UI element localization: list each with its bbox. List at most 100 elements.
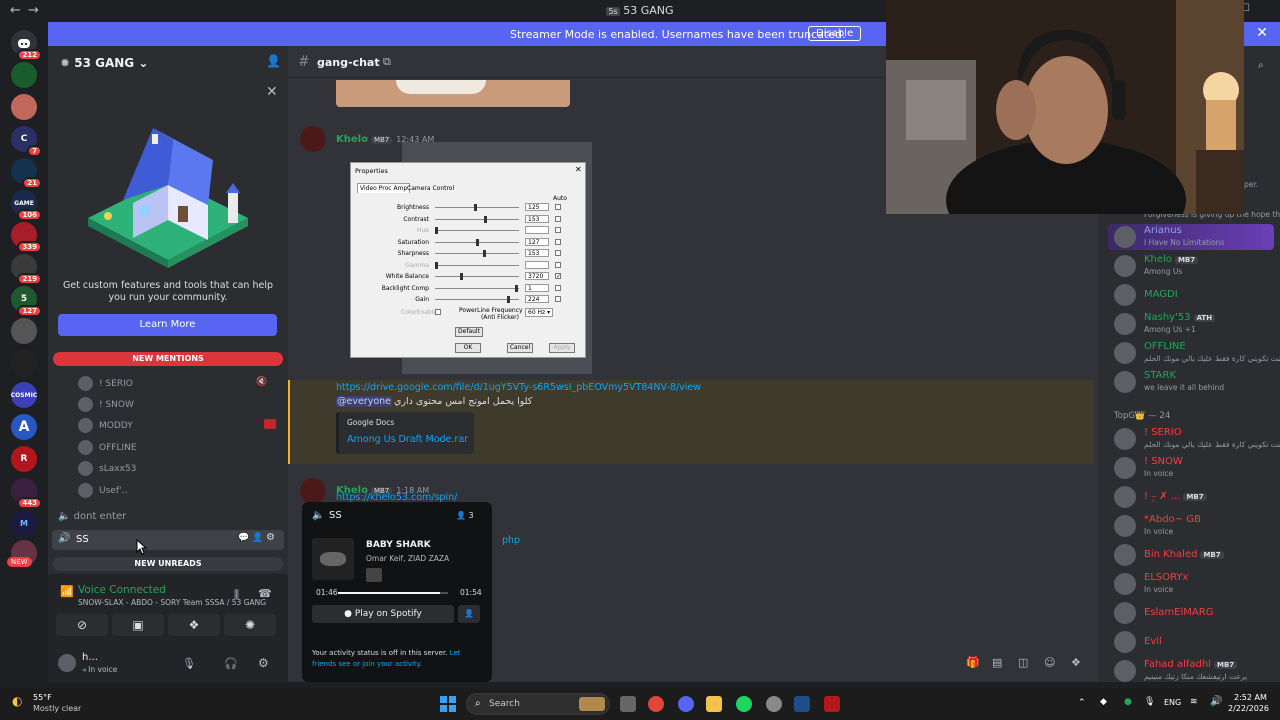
member-item[interactable]: Fahad alfadhl MB7 يرعت ارتيفشعك منكا رتيك … [1114, 658, 1280, 684]
author-name[interactable]: Khelo [336, 134, 368, 145]
auto-checkbox[interactable] [555, 204, 561, 210]
server-icon-c[interactable]: C7 [11, 126, 42, 157]
weather-temp[interactable]: 55°F [33, 693, 52, 702]
search-icon[interactable]: ⌕ [1258, 60, 1264, 71]
property-slider[interactable] [435, 227, 519, 234]
soundboard-button[interactable]: ✺ [224, 614, 276, 636]
auto-checkbox[interactable] [555, 238, 561, 245]
server-name-header[interactable]: ✹ 53 GANG ⌄ [60, 56, 148, 70]
property-value[interactable]: 125 [525, 203, 549, 211]
cancel-button[interactable]: Cancel [507, 343, 533, 353]
camera-off-button[interactable]: ⊘ [56, 614, 108, 636]
property-slider[interactable] [435, 284, 519, 292]
member-item[interactable]: Nashy'53 ATH Among Us +1 [1114, 311, 1280, 337]
slider-thumb[interactable] [459, 273, 463, 280]
file-explorer-icon[interactable] [706, 696, 722, 712]
property-slider[interactable] [435, 273, 519, 280]
auto-checkbox[interactable] [555, 250, 561, 256]
property-slider[interactable] [435, 296, 519, 303]
chrome-icon[interactable] [648, 696, 664, 712]
server-icon-blue[interactable]: 21 [11, 158, 42, 189]
voice-user[interactable]: MODDY [78, 418, 133, 433]
song-title[interactable]: BABY SHARK [366, 540, 431, 550]
close-promo-icon[interactable]: ✕ [266, 84, 278, 100]
auto-checkbox[interactable] [555, 227, 561, 233]
server-icon-purple[interactable]: 443 [11, 478, 42, 509]
disable-button[interactable]: Disable [808, 26, 862, 41]
noise-suppression-icon[interactable]: ⫼ [234, 588, 239, 602]
slider-thumb[interactable] [476, 238, 479, 246]
auto-checkbox[interactable] [555, 261, 561, 268]
property-value[interactable]: 224 [525, 295, 549, 303]
auto-checkbox[interactable]: ✓ [555, 273, 561, 280]
drive-link[interactable]: https://drive.google.com/file/d/1ugY5VTy… [336, 382, 701, 393]
member-item[interactable]: Evil [1114, 629, 1280, 655]
property-value[interactable]: 3720 [525, 272, 549, 280]
server-icon-cosmic[interactable]: COSMIC [11, 382, 37, 408]
chevron-up-icon[interactable]: ⌃ [1078, 698, 1086, 708]
embed-title[interactable]: Among Us Draft Mode.rar [347, 434, 468, 445]
new-unreads-pill[interactable]: NEW UNREADS [53, 557, 283, 571]
voice-user[interactable]: ! SERIO [78, 376, 133, 391]
tab-camera-control[interactable]: Camera Control [405, 184, 456, 193]
apply-button[interactable]: Apply [549, 343, 575, 353]
windows-start-icon[interactable] [440, 696, 456, 712]
powerline-select[interactable]: 60 Hz ▾ [525, 308, 553, 317]
member-item[interactable]: Khelo MB7 Among Us [1114, 253, 1280, 279]
server-icon-53[interactable]: 5 127 [11, 286, 42, 317]
server-icon-game[interactable]: GAME 106 [11, 190, 42, 221]
clock-time[interactable]: 2:52 AM [1234, 693, 1267, 702]
disconnect-icon[interactable]: ☎ [258, 587, 272, 600]
gear-icon[interactable]: ⚙ [266, 532, 275, 543]
auto-checkbox[interactable] [555, 296, 561, 302]
learn-more-button[interactable]: Learn More [58, 314, 277, 336]
member-item[interactable]: ! ~۪ ✗ ... MB7 [1114, 484, 1280, 510]
property-value[interactable]: 127 [525, 237, 549, 246]
default-button[interactable]: Default [455, 327, 483, 337]
avatar[interactable] [58, 654, 76, 672]
member-item[interactable]: STARK we leave it all behind [1114, 369, 1280, 395]
voice-channel-dont-enter[interactable]: 🔈 dont enter [58, 511, 126, 522]
previous-image-attachment[interactable] [336, 80, 570, 107]
voice-user[interactable]: sLaxx53 [78, 461, 136, 476]
voice-channel-ss[interactable]: 🔊 SS 💬 👤 ⚙ [52, 530, 284, 550]
invite-listen-button[interactable]: 👤 [458, 605, 480, 623]
discord-taskbar-icon[interactable] [678, 696, 694, 712]
auto-checkbox[interactable] [555, 284, 561, 291]
server-icon-red[interactable]: 339 [11, 222, 42, 253]
property-value[interactable]: 153 [525, 214, 549, 223]
headphones-icon[interactable]: 🎧 [224, 657, 238, 670]
slider-thumb[interactable] [507, 296, 511, 303]
member-item[interactable]: OFFLINE كنت تكويني كارة فقط عليك يالي مون… [1114, 340, 1280, 366]
language-indicator[interactable]: ENG [1164, 698, 1181, 707]
weather-desc[interactable]: Mostly clear [33, 704, 81, 713]
member-item[interactable]: ! SNOW In voice [1114, 455, 1280, 481]
volume-icon[interactable]: 🔊 [1210, 696, 1222, 707]
auto-checkbox[interactable] [555, 215, 561, 222]
listener-avatar[interactable] [366, 568, 382, 582]
property-slider[interactable] [435, 250, 519, 257]
server-icon-anime[interactable] [11, 94, 37, 120]
screen-share-button[interactable]: ▣ [112, 614, 164, 636]
slider-thumb[interactable] [435, 227, 438, 234]
avatar[interactable] [300, 126, 326, 152]
member-item[interactable]: MAGDI [1114, 282, 1280, 308]
tab-video-proc-amp[interactable]: Video Proc Amp [357, 183, 411, 193]
task-view-icon[interactable] [620, 696, 636, 712]
gift-icon[interactable]: 🎁 [966, 656, 980, 669]
everyone-mention[interactable]: @everyone [336, 396, 393, 407]
property-slider[interactable] [435, 261, 519, 269]
member-item[interactable]: Bin Khaled MB7 [1114, 542, 1280, 568]
voice-user[interactable]: OFFLINE [78, 440, 137, 455]
invite-user-icon[interactable]: 👤 [266, 54, 281, 68]
slider-thumb[interactable] [482, 250, 486, 257]
property-value[interactable] [525, 260, 549, 269]
song-artists[interactable]: Omar Keif, ZIAD ZAZA [366, 554, 449, 563]
close-icon[interactable]: ✕ [1256, 25, 1268, 41]
server-icon-skull[interactable] [11, 350, 37, 376]
ok-button[interactable]: OK [455, 343, 481, 353]
member-item[interactable]: ! SERIO كنت تكويني كارة فقط عليك يالي مون… [1114, 426, 1280, 452]
user-settings-gear-icon[interactable]: ⚙ [258, 656, 269, 670]
slider-thumb[interactable] [435, 261, 438, 269]
server-icon-r[interactable]: R [11, 446, 37, 472]
